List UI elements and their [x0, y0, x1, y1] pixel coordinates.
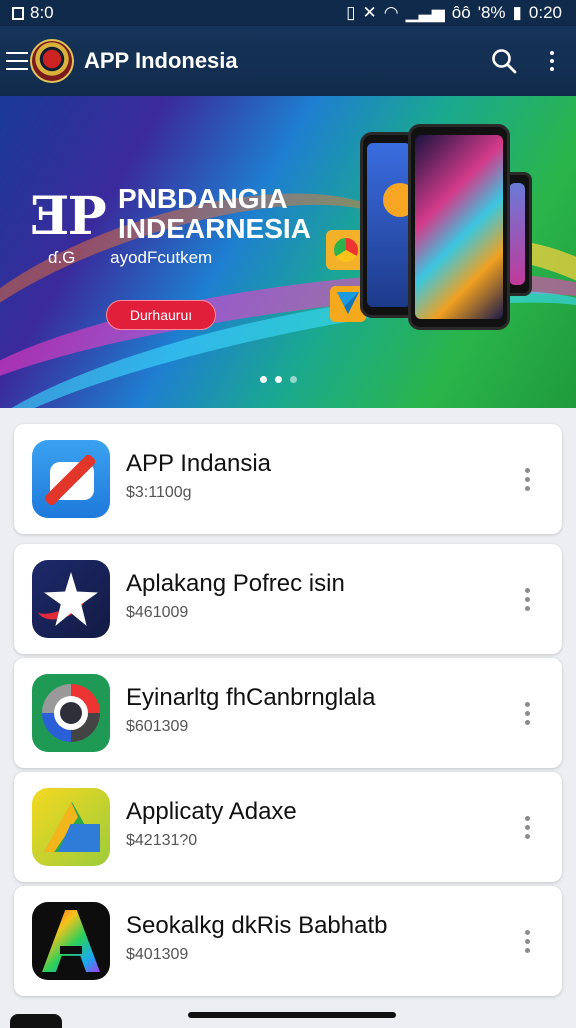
item-more-icon[interactable]: [510, 696, 544, 730]
mute-icon: ✕: [362, 3, 377, 22]
banner-sub-right: ayodFcutkem: [110, 248, 213, 267]
app-price: $461009: [126, 604, 189, 621]
drive-app-icon: [32, 788, 110, 866]
signal-icon: ▁▃▅: [405, 3, 445, 22]
app-name: Aplakang Pofrec isin: [126, 570, 345, 597]
app-name: Eyinarltg fhCanbrnglala: [126, 684, 376, 711]
banner-title-line1: PNBDANGIA: [118, 183, 288, 214]
list-item[interactable]: APP Indansia $3:1100g: [14, 424, 562, 534]
item-more-icon[interactable]: [510, 462, 544, 496]
phone-illustration: [408, 124, 510, 330]
list-item[interactable]: Aplakang Pofrec isin $461009: [14, 544, 562, 654]
star-app-icon: [32, 560, 110, 638]
more-vert-icon[interactable]: [528, 37, 576, 85]
letter-a-app-icon: [32, 902, 110, 980]
app-title: APP Indonesia: [84, 48, 238, 73]
app-name: Seokalkg dkRis Babhatb: [126, 912, 388, 939]
app-price: $601309: [126, 718, 189, 735]
battery-icon: ▮: [512, 3, 522, 22]
carrier-text: ôô: [451, 3, 471, 22]
banner-download-button[interactable]: Durhauruı: [106, 300, 216, 330]
browser-app-icon: [32, 674, 110, 752]
list-item[interactable]: Applicaty Adaxe $42131?0: [14, 772, 562, 882]
promo-banner[interactable]: ƎP PNBDANGIA INDEARNESIA ɗ.G ayodFcutkem…: [0, 96, 576, 408]
carousel-indicator[interactable]: [260, 376, 297, 383]
home-indicator[interactable]: [188, 1012, 396, 1018]
nav-corner: [10, 1014, 62, 1028]
carousel-dot[interactable]: [260, 376, 267, 383]
app-price: $42131?0: [126, 832, 198, 849]
banner-title-line2: INDEARNESIA: [118, 213, 311, 244]
list-item[interactable]: Eyinarltg fhCanbrnglala $601309: [14, 658, 562, 768]
notification-icon: [12, 6, 24, 20]
app-bar: APP Indonesia: [0, 26, 576, 96]
wifi-icon: ◠: [383, 3, 399, 22]
banner-sub-left: ɗ.G: [48, 248, 76, 267]
navigation-bar: [0, 1006, 576, 1028]
edit-app-icon: [32, 440, 110, 518]
status-bar: 8:0 ▯ ✕ ◠ ▁▃▅ ôô '8% ▮ 0:20: [0, 0, 576, 26]
app-name: Applicaty Adaxe: [126, 798, 297, 825]
banner-title: PNBDANGIA INDEARNESIA: [118, 184, 311, 244]
status-left-text: 8:0: [30, 3, 54, 22]
banner-subtitle: ɗ.G ayodFcutkem: [48, 248, 212, 268]
carousel-dot[interactable]: [290, 376, 297, 383]
search-icon[interactable]: [480, 37, 528, 85]
list-item[interactable]: Seokalkg dkRis Babhatb $401309: [14, 886, 562, 996]
menu-icon[interactable]: [6, 52, 28, 70]
banner-logo-text: ƎP: [30, 186, 107, 247]
item-more-icon[interactable]: [510, 810, 544, 844]
app-logo: [30, 39, 74, 83]
carousel-dot[interactable]: [275, 376, 282, 383]
status-time: 0:20: [528, 3, 562, 22]
app-price: $3:1100g: [126, 484, 192, 501]
item-more-icon[interactable]: [510, 582, 544, 616]
app-price: $401309: [126, 946, 189, 963]
app-name: APP Indansia: [126, 450, 271, 477]
battery-text: '8%: [477, 3, 506, 22]
item-more-icon[interactable]: [510, 924, 544, 958]
app-list: APP Indansia $3:1100g Aplakang Pofrec is…: [14, 424, 562, 1000]
vibrate-icon: ▯: [346, 3, 356, 22]
